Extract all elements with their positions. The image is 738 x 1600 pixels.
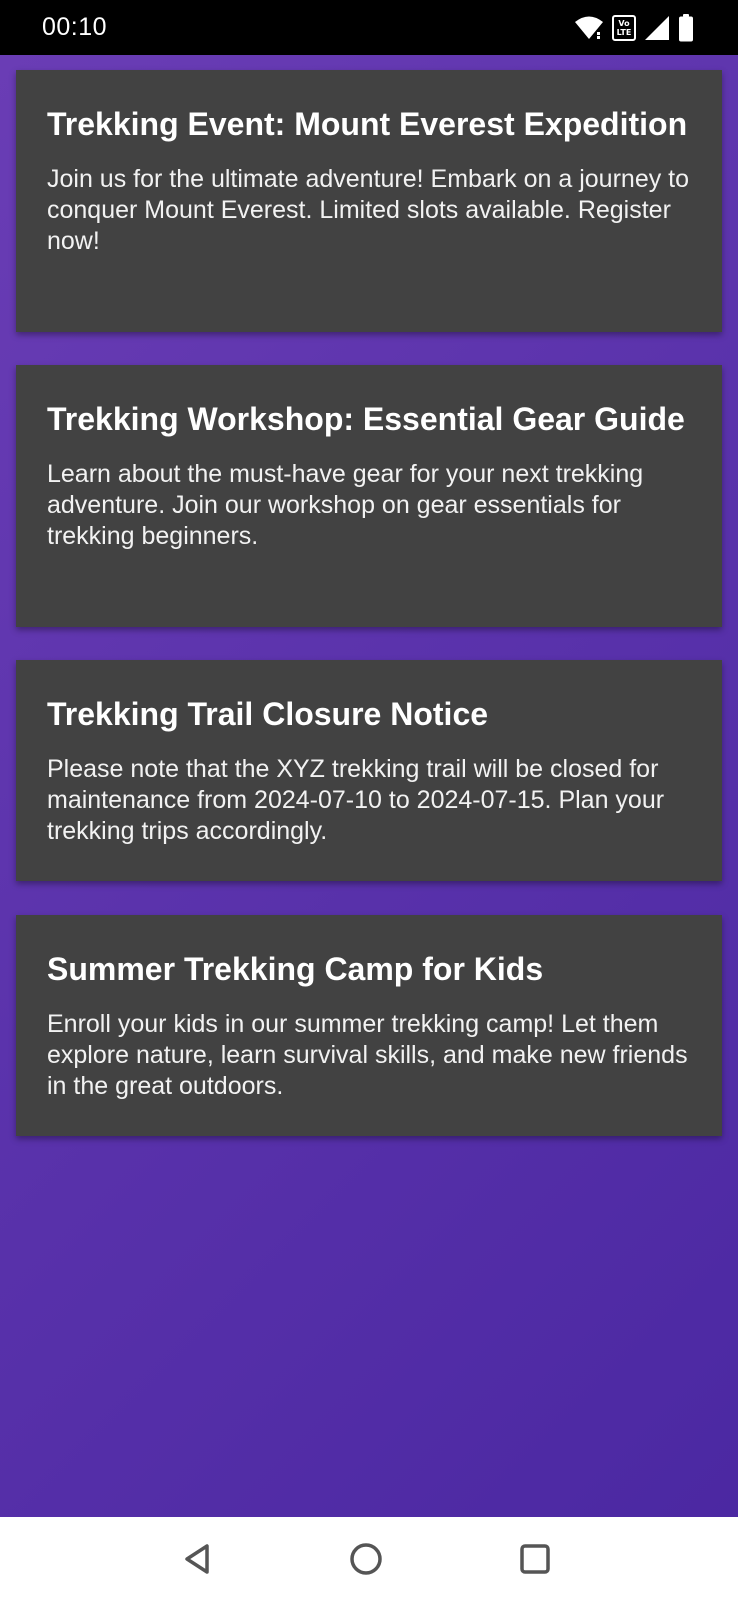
app-screen: 00:10 Vo LTE Trekking Event: Mount Evere… [0,0,738,1600]
card-body: Please note that the XYZ trekking trail … [47,755,665,845]
recents-icon[interactable] [515,1539,555,1579]
card-title: Summer Trekking Camp for Kids [47,951,544,987]
announcement-card[interactable]: Trekking Trail Closure Notice Please not… [16,660,722,881]
back-icon[interactable] [178,1539,218,1579]
card-body: Enroll your kids in our summer trekking … [47,1010,688,1100]
lte-bottom-label: LTE [616,28,632,37]
home-icon[interactable] [346,1539,386,1579]
card-title: Trekking Workshop: Essential Gear Guide [47,401,685,437]
announcement-card[interactable]: Trekking Workshop: Essential Gear Guide … [16,365,722,627]
announcements-list: Trekking Event: Mount Everest Expedition… [0,55,738,1517]
wifi-icon [574,15,604,41]
announcement-card[interactable]: Trekking Event: Mount Everest Expedition… [16,70,722,332]
navigation-bar [0,1517,738,1600]
battery-icon [678,14,694,42]
card-body: Learn about the must-have gear for your … [47,460,644,550]
card-title: Trekking Trail Closure Notice [47,696,489,732]
lte-top-label: Vo [618,19,630,28]
cell-signal-icon [644,15,670,41]
card-body: Join us for the ultimate adventure! Emba… [47,165,690,255]
card-title: Trekking Event: Mount Everest Expedition [47,106,688,142]
status-bar: 00:10 Vo LTE [0,0,738,55]
volte-lte-icon: Vo LTE [612,15,636,41]
status-time: 00:10 [42,13,108,41]
status-icons: Vo LTE [574,13,694,43]
announcement-card[interactable]: Summer Trekking Camp for Kids Enroll you… [16,915,722,1136]
